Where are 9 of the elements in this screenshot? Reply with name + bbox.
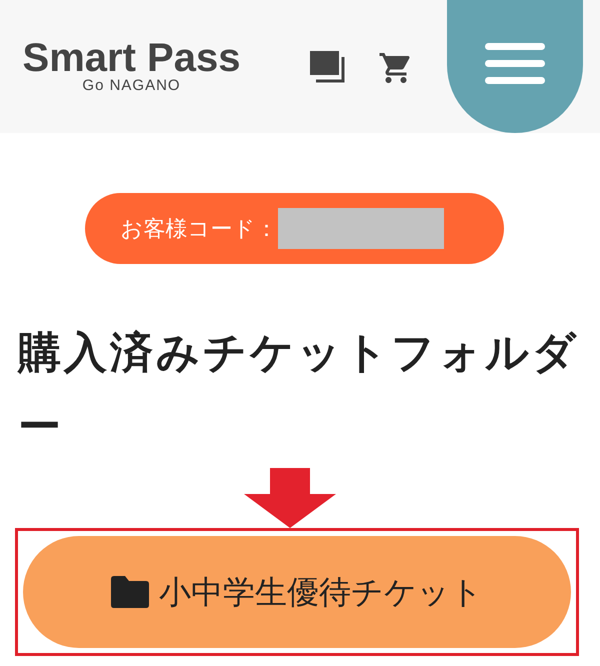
folder-icon — [111, 576, 149, 608]
menu-icon — [485, 42, 545, 84]
stacked-squares-icon[interactable] — [310, 51, 346, 85]
customer-code-label: お客様コード： — [120, 215, 278, 243]
logo-title: Smart Pass — [22, 38, 240, 78]
page-heading: 購入済みチケットフォルダー — [18, 328, 580, 453]
logo-subtitle: Go NAGANO — [82, 78, 181, 94]
folder-button[interactable]: 小中学生優待チケット — [23, 536, 571, 648]
menu-button[interactable] — [447, 0, 583, 133]
